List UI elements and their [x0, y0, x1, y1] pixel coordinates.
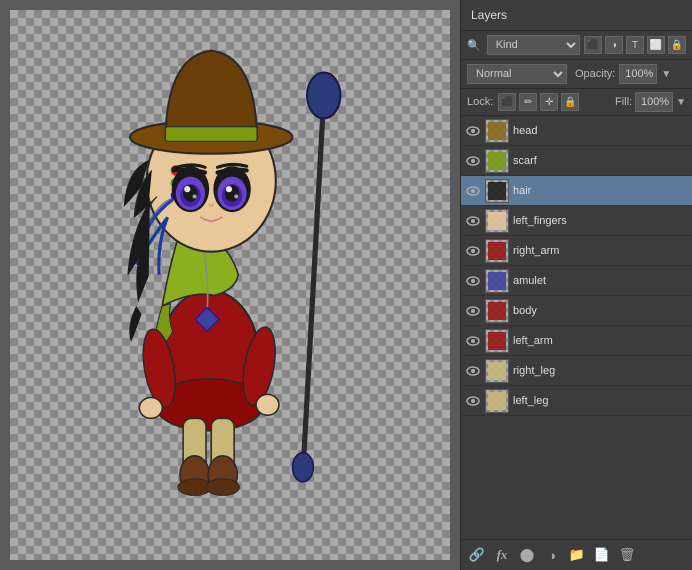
- layer-thumbnail: [485, 269, 509, 293]
- layer-thumbnail: [485, 209, 509, 233]
- fill-arrow[interactable]: ▼: [676, 97, 686, 108]
- layer-item[interactable]: head: [461, 116, 692, 146]
- lock-image-btn[interactable]: ✏: [519, 93, 537, 111]
- lock-all-btn[interactable]: 🔒: [561, 93, 579, 111]
- panel-title: Layers: [471, 8, 507, 22]
- panel-footer: 🔗 fx ⬤ ◑ 📁 📄 🗑: [461, 539, 692, 570]
- visibility-icon[interactable]: [465, 303, 481, 319]
- filter-icons: ⬛ ◑ T ⬜ 🔒: [584, 36, 686, 54]
- layer-thumbnail: [485, 299, 509, 323]
- visibility-icon[interactable]: [465, 393, 481, 409]
- layer-name-label: left_leg: [513, 395, 688, 407]
- visibility-icon[interactable]: [465, 363, 481, 379]
- layer-name-label: hair: [513, 185, 688, 197]
- blend-row: Normal Opacity: ▼: [461, 60, 692, 89]
- opacity-label: Opacity:: [575, 68, 615, 80]
- layer-thumbnail: [485, 329, 509, 353]
- fill-label: Fill:: [615, 96, 632, 108]
- layer-item[interactable]: right_arm: [461, 236, 692, 266]
- lock-pixels-btn[interactable]: ⬛: [498, 93, 516, 111]
- visibility-icon[interactable]: [465, 153, 481, 169]
- layer-thumbnail: [485, 149, 509, 173]
- panel-header: Layers: [461, 0, 692, 31]
- canvas-area: [0, 0, 460, 570]
- layer-name-label: amulet: [513, 275, 688, 287]
- layer-thumbnail: [485, 239, 509, 263]
- layer-name-label: right_arm: [513, 245, 688, 257]
- opacity-arrow[interactable]: ▼: [661, 69, 671, 80]
- delete-button[interactable]: 🗑: [617, 545, 637, 565]
- layer-name-label: head: [513, 125, 688, 137]
- layers-panel: Layers 🔍 Kind ⬛ ◑ T ⬜ 🔒 Normal Opacity: …: [460, 0, 692, 570]
- mask-button[interactable]: ⬤: [517, 545, 537, 565]
- layer-item[interactable]: left_leg: [461, 386, 692, 416]
- lock-position-btn[interactable]: ✛: [540, 93, 558, 111]
- fx-button[interactable]: fx: [492, 545, 512, 565]
- filter-pixel-btn[interactable]: ⬛: [584, 36, 602, 54]
- filter-select[interactable]: Kind: [487, 35, 580, 55]
- canvas-inner: [10, 10, 450, 560]
- filter-text-btn[interactable]: T: [626, 36, 644, 54]
- visibility-icon[interactable]: [465, 213, 481, 229]
- layer-item[interactable]: right_leg: [461, 356, 692, 386]
- layer-item[interactable]: body: [461, 296, 692, 326]
- visibility-icon[interactable]: [465, 183, 481, 199]
- visibility-icon[interactable]: [465, 243, 481, 259]
- lock-row: Lock: ⬛ ✏ ✛ 🔒 Fill: ▼: [461, 89, 692, 116]
- layer-thumbnail: [485, 389, 509, 413]
- layer-item[interactable]: scarf: [461, 146, 692, 176]
- filter-adjust-btn[interactable]: ◑: [605, 36, 623, 54]
- layer-thumbnail: [485, 179, 509, 203]
- layer-item[interactable]: amulet: [461, 266, 692, 296]
- group-button[interactable]: 📁: [567, 545, 587, 565]
- layer-name-label: right_leg: [513, 365, 688, 377]
- visibility-icon[interactable]: [465, 333, 481, 349]
- layer-item[interactable]: left_arm: [461, 326, 692, 356]
- layer-name-label: scarf: [513, 155, 688, 167]
- opacity-input[interactable]: [619, 64, 657, 84]
- filter-shape-btn[interactable]: ⬜: [647, 36, 665, 54]
- layer-item[interactable]: left_fingers: [461, 206, 692, 236]
- visibility-icon[interactable]: [465, 273, 481, 289]
- layer-thumbnail: [485, 359, 509, 383]
- fill-input[interactable]: [635, 92, 673, 112]
- layer-name-label: left_arm: [513, 335, 688, 347]
- visibility-icon[interactable]: [465, 123, 481, 139]
- adjustment-button[interactable]: ◑: [542, 545, 562, 565]
- layers-list: head scarf hair left_fingers right_armamulet…: [461, 116, 692, 539]
- layer-name-label: left_fingers: [513, 215, 688, 227]
- layer-name-label: body: [513, 305, 688, 317]
- layer-thumbnail: [485, 119, 509, 143]
- filter-row: 🔍 Kind ⬛ ◑ T ⬜ 🔒: [461, 31, 692, 60]
- lock-label: Lock:: [467, 96, 493, 108]
- filter-icon: 🔍: [467, 39, 481, 52]
- character-illustration: [70, 35, 390, 535]
- link-button[interactable]: 🔗: [467, 545, 487, 565]
- new-layer-button[interactable]: 📄: [592, 545, 612, 565]
- layer-item[interactable]: hair: [461, 176, 692, 206]
- blend-mode-select[interactable]: Normal: [467, 64, 567, 84]
- filter-smart-btn[interactable]: 🔒: [668, 36, 686, 54]
